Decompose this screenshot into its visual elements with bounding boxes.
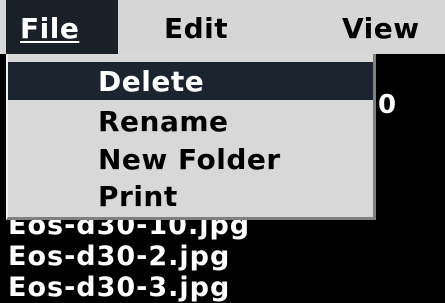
menu-item-rename[interactable]: Rename bbox=[8, 102, 373, 140]
menu-item-print[interactable]: Print bbox=[8, 177, 373, 215]
menu-bar: File Edit View bbox=[0, 0, 445, 54]
menu-edit-label: Edit bbox=[164, 12, 229, 45]
menu-file[interactable]: File bbox=[6, 0, 118, 54]
file-list-item[interactable]: Eos-d30-2.jpg bbox=[8, 241, 230, 272]
menu-item-delete[interactable]: Delete bbox=[8, 62, 373, 100]
menu-view-label: View bbox=[342, 12, 420, 45]
menu-item-new-folder[interactable]: New Folder bbox=[8, 140, 373, 178]
file-list-item[interactable]: Eos-d30-3.jpg bbox=[8, 272, 230, 303]
file-dropdown-menu: Delete Rename New Folder Print bbox=[6, 54, 376, 220]
partial-text: 0 bbox=[378, 90, 397, 120]
menu-view[interactable]: View bbox=[342, 0, 420, 54]
menu-file-label: File bbox=[20, 12, 80, 45]
menu-edit[interactable]: Edit bbox=[164, 0, 228, 54]
